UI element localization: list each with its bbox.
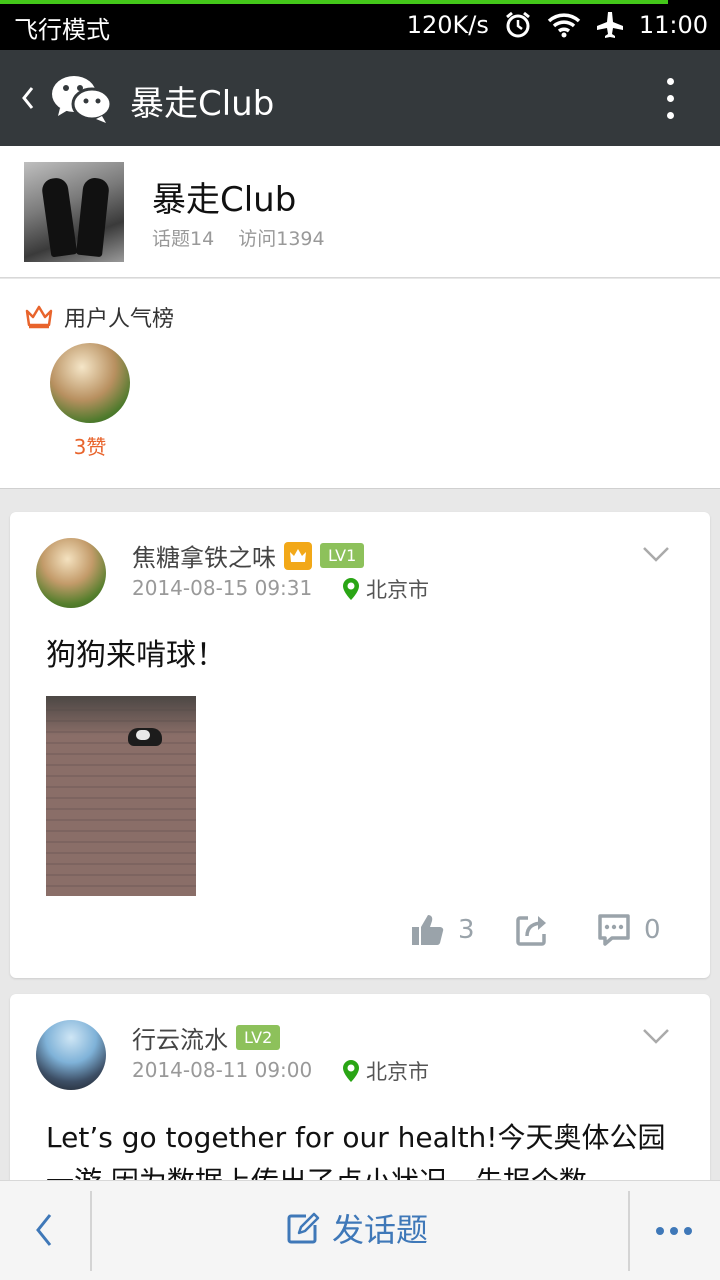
share-button[interactable] (514, 912, 550, 948)
comment-count: 0 (644, 915, 661, 945)
wifi-icon (547, 12, 581, 38)
popularity-ranking: 用户人气榜 3赞 (0, 279, 720, 489)
location-pin-icon (343, 578, 359, 600)
vip-crown-icon (284, 541, 312, 570)
location-pin-icon (343, 1060, 359, 1082)
wechat-icon (52, 76, 112, 123)
post-location: 北京市 (366, 578, 429, 602)
post-content: 狗狗来啃球！ (46, 638, 226, 673)
ranking-label: 用户人气榜 (64, 307, 175, 332)
divider (628, 1191, 630, 1271)
back-icon[interactable] (18, 80, 38, 116)
chevron-down-icon[interactable] (642, 546, 670, 562)
post-location: 北京市 (366, 1060, 429, 1084)
airplane-icon (595, 10, 625, 40)
post-topic-label: 发话题 (332, 1211, 429, 1249)
page-title: 暴走Club (130, 84, 275, 124)
share-icon (516, 916, 546, 946)
club-stats: 话题14 访问1394 (152, 224, 343, 251)
chevron-down-icon[interactable] (642, 1028, 670, 1044)
network-speed: 120K/s (406, 11, 489, 39)
more-icon[interactable] (664, 78, 676, 120)
crown-icon (25, 305, 53, 329)
avatar[interactable] (36, 1020, 106, 1090)
bottom-toolbar: 发话题 (0, 1180, 720, 1280)
post-topic-button[interactable]: 发话题 (286, 1205, 428, 1251)
clock: 11:00 (638, 11, 708, 39)
post-time: 2014-08-15 09:31 (132, 576, 313, 600)
page-load-progress (0, 0, 668, 4)
comment-icon (598, 914, 630, 946)
club-name: 暴走Club (152, 180, 297, 220)
club-avatar[interactable] (24, 162, 124, 262)
title-bar: 暴走Club (0, 50, 720, 146)
topic-count: 话题14 (152, 228, 215, 250)
avatar[interactable] (36, 538, 106, 608)
like-count: 3 (458, 915, 475, 945)
ranked-user-likes: 3赞 (73, 435, 107, 459)
back-icon[interactable] (34, 1211, 54, 1249)
post-photo[interactable] (46, 696, 196, 896)
post-actions: 3 0 (10, 912, 710, 954)
ranked-user-avatar[interactable] (50, 343, 130, 423)
airplane-mode-label: 飞行模式 (14, 16, 110, 44)
club-header: 暴走Club 话题14 访问1394 (0, 146, 720, 278)
more-icon[interactable] (656, 1227, 692, 1235)
level-badge: LV1 (320, 543, 365, 568)
level-badge: LV2 (236, 1025, 281, 1050)
alarm-icon (503, 10, 533, 40)
edit-icon (287, 1212, 320, 1244)
visit-count: 访问1394 (238, 228, 325, 250)
comment-button[interactable]: 0 (596, 912, 661, 948)
post-time: 2014-08-11 09:00 (132, 1058, 313, 1082)
thumbs-up-icon (412, 915, 444, 945)
divider (90, 1191, 92, 1271)
like-button[interactable]: 3 (410, 912, 475, 948)
post-username[interactable]: 行云流水 (132, 1020, 228, 1055)
post-username[interactable]: 焦糖拿铁之味 (132, 538, 276, 573)
post-card[interactable]: 焦糖拿铁之味 LV1 2014-08-15 09:31 北京市 狗狗来啃球！ 3… (10, 512, 710, 978)
status-bar: 飞行模式 120K/s 11:00 (0, 0, 720, 50)
